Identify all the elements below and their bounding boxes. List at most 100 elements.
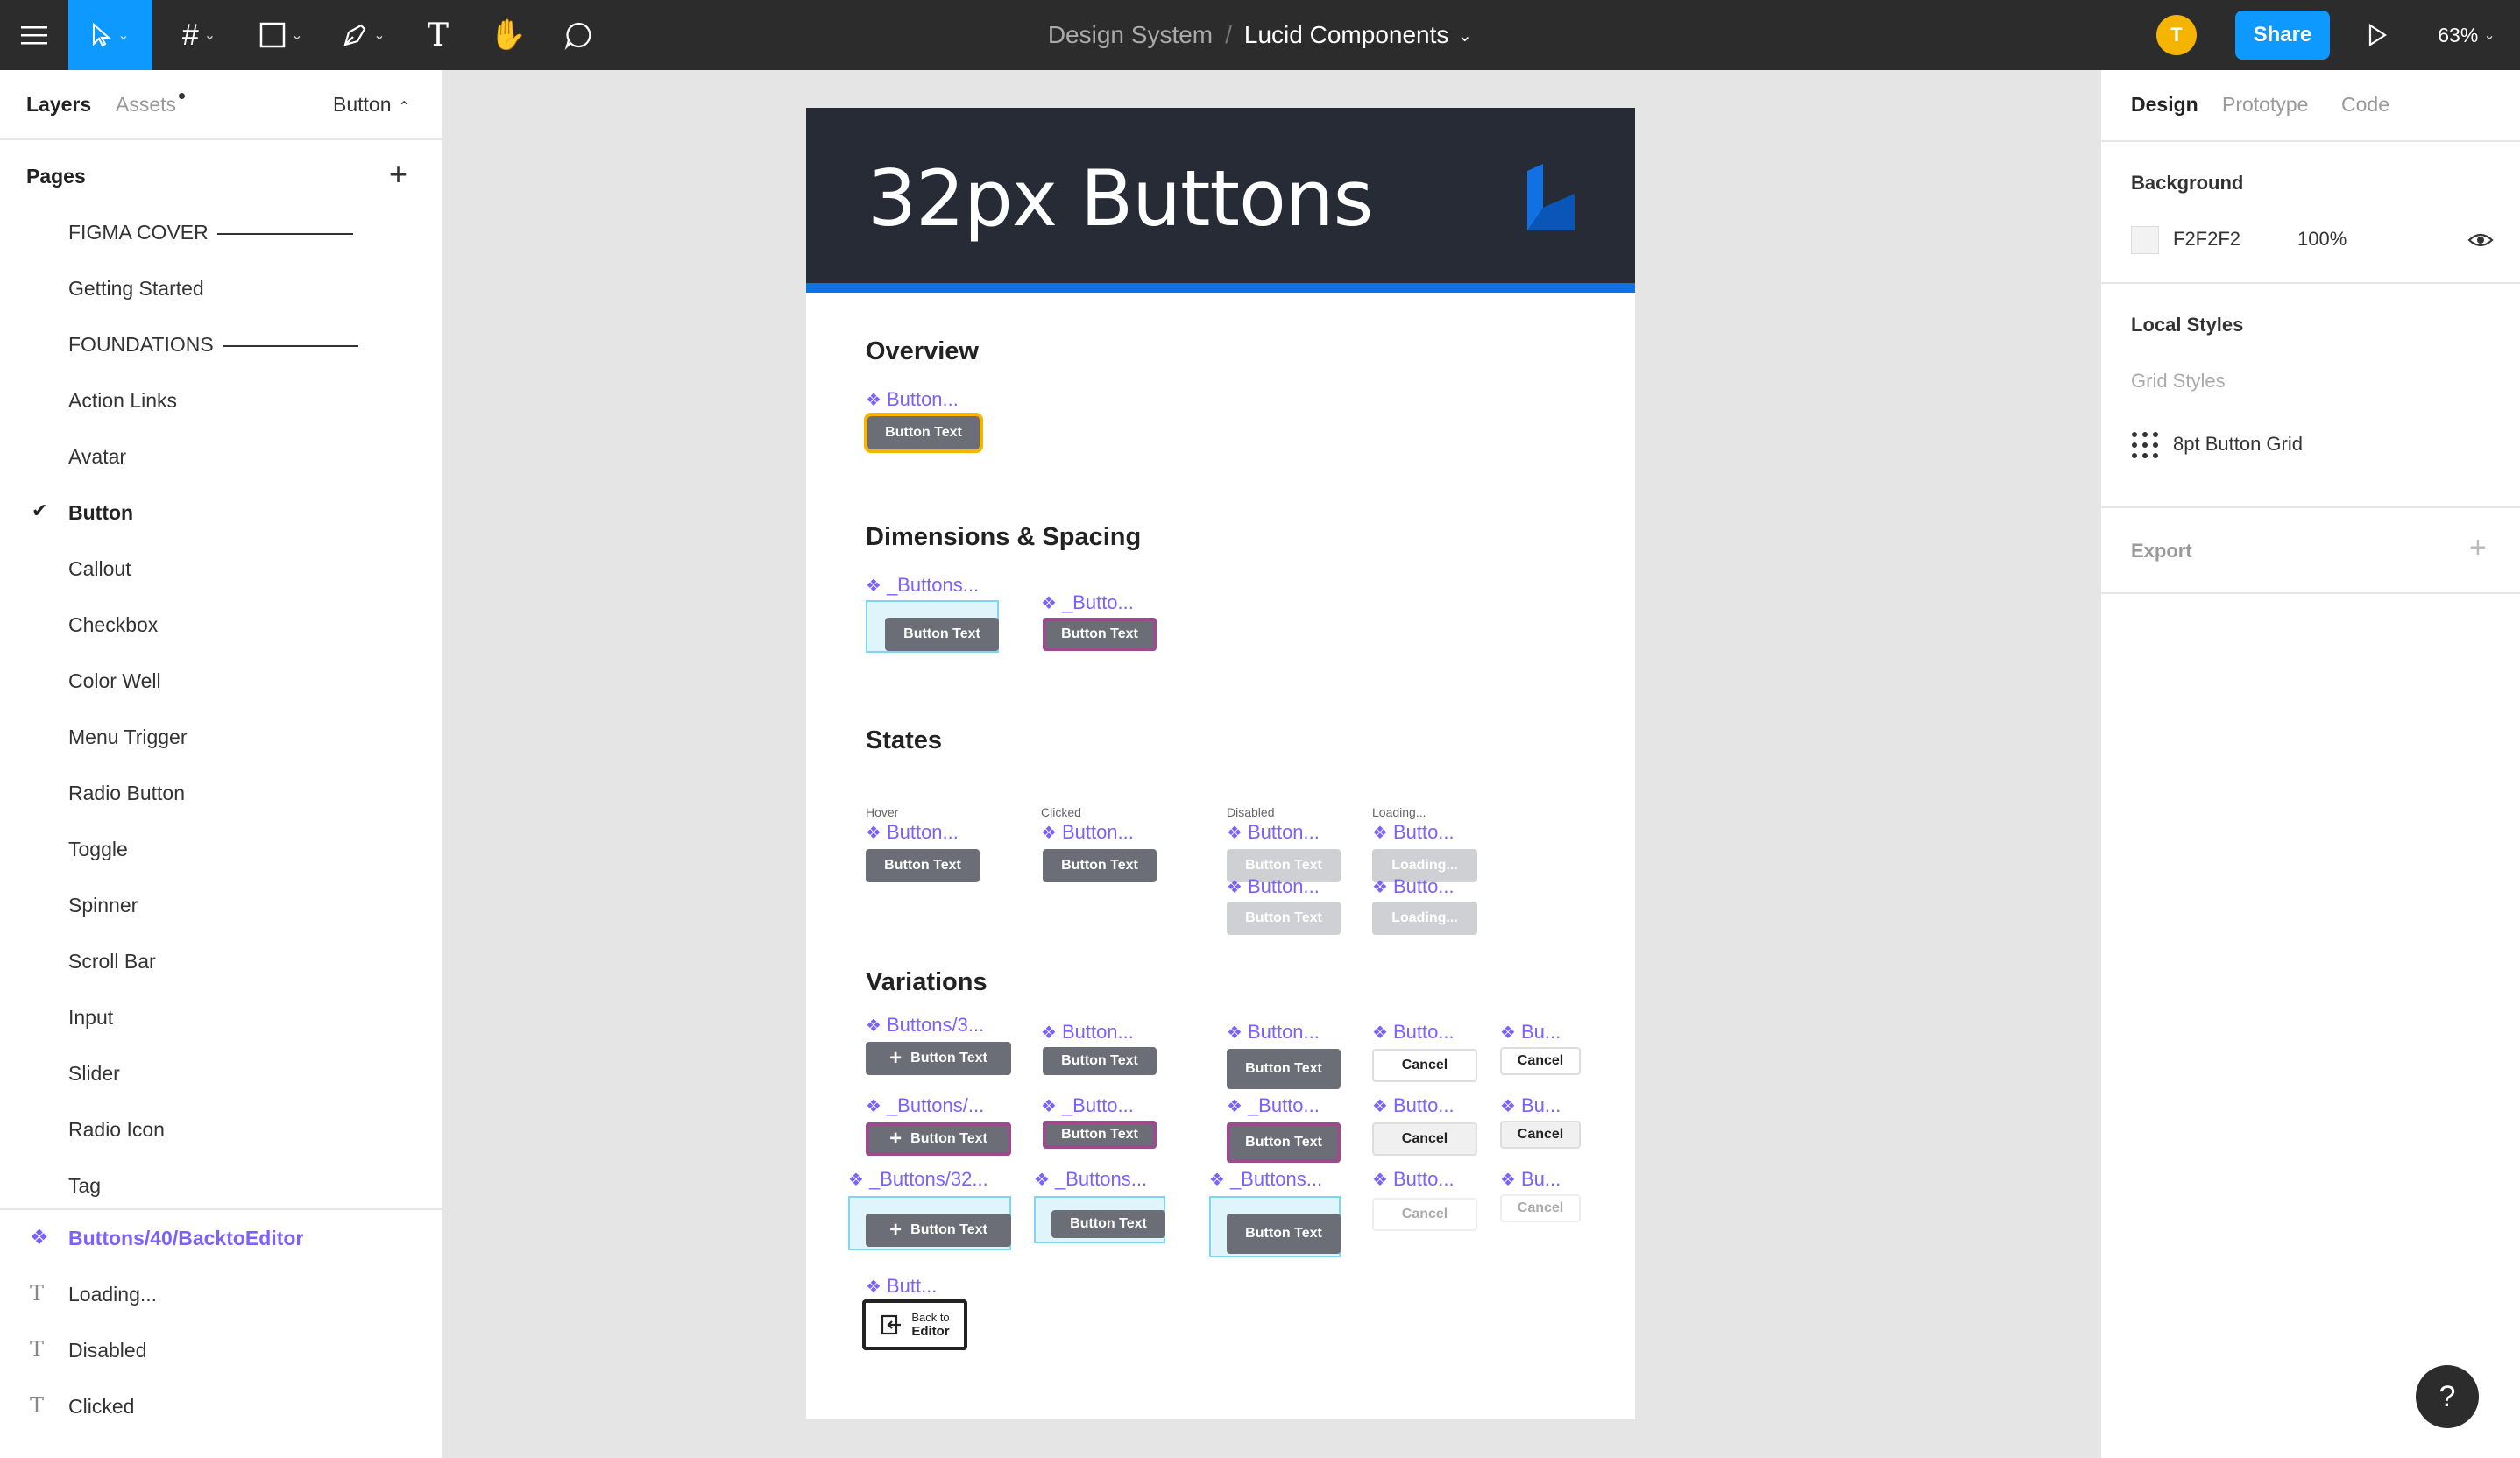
layer-item[interactable]: Clicked [68,1395,134,1419]
button-instance[interactable]: Button Text [1043,1047,1157,1075]
component-instance-label[interactable]: ❖ Butt... [866,1275,937,1298]
zoom-menu[interactable]: 63% ⌄ [2427,0,2506,70]
button-instance-clicked[interactable]: Button Text [1043,849,1157,882]
component-instance-label[interactable]: ❖ Butto... [1372,875,1455,898]
page-item-checkbox[interactable]: Checkbox [68,613,158,637]
cancel-button-instance[interactable]: Cancel [1372,1122,1477,1156]
page-item-getting-started[interactable]: Getting Started [68,277,204,301]
page-item-action-links[interactable]: Action Links [68,389,177,413]
tab-prototype[interactable]: Prototype [2222,93,2308,117]
main-menu-icon[interactable] [0,0,68,70]
tab-layers[interactable]: Layers [26,93,91,117]
breadcrumb-team[interactable]: Design System [1048,21,1213,49]
button-instance[interactable]: Button Text [1051,1210,1165,1238]
component-instance-label[interactable]: ❖ Button... [1227,1021,1320,1044]
grid-style-item[interactable]: 8pt Button Grid [2173,433,2303,456]
component-instance-label[interactable]: ❖ Butto... [1372,1168,1455,1191]
button-instance-loading[interactable]: Loading... [1372,902,1477,935]
layer-item[interactable]: Loading... [68,1283,157,1306]
page-item-input[interactable]: Input [68,1006,113,1030]
component-instance-label[interactable]: ❖ Butto... [1372,821,1455,844]
present-play-icon[interactable] [2357,0,2397,70]
component-instance-label[interactable]: ❖ Buttons/3... [866,1014,984,1037]
button-instance-with-icon[interactable]: + Button Text [866,1042,1011,1075]
component-instance-label[interactable]: ❖ _Buttons... [866,574,979,597]
button-instance[interactable]: Button Text [1227,1214,1341,1254]
move-tool-icon[interactable]: ⌄ [68,0,152,70]
pen-tool-icon[interactable]: ⌄ [331,0,396,70]
page-item-scroll-bar[interactable]: Scroll Bar [68,950,156,973]
cancel-button-instance[interactable]: Cancel [1500,1121,1581,1149]
button-instance-hover[interactable]: Button Text [866,849,980,882]
page-item-spinner[interactable]: Spinner [68,894,138,917]
page-item-callout[interactable]: Callout [68,557,131,581]
eye-icon[interactable] [2467,230,2494,251]
component-instance-label[interactable]: ❖ Butto... [1372,1094,1455,1117]
file-name[interactable]: Lucid Components [1244,21,1448,49]
page-item-slider[interactable]: Slider [68,1062,120,1086]
page-item-radio-icon[interactable]: Radio Icon [68,1118,165,1142]
component-instance-label[interactable]: ❖ Button... [1227,821,1320,844]
frame-tool-icon[interactable]: # ⌄ [166,0,231,70]
cancel-button-instance-disabled[interactable]: Cancel [1500,1194,1581,1222]
page-item-radio-button[interactable]: Radio Button [68,782,185,805]
component-instance-label[interactable]: ❖ _Buttons... [1034,1168,1147,1191]
component-instance-label[interactable]: ❖ _Buttons... [1209,1168,1322,1191]
component-instance-label[interactable]: ❖ _Buttons/... [866,1094,984,1117]
background-opacity-input[interactable]: 100% [2297,228,2347,251]
back-to-editor-button[interactable]: Back to Editor [862,1299,967,1350]
page-item-tag[interactable]: Tag [68,1174,101,1198]
add-export-icon[interactable]: + [2469,531,2487,565]
cancel-button-instance[interactable]: Cancel [1500,1047,1581,1075]
component-instance-label[interactable]: ❖ Butto... [1372,1021,1455,1044]
cancel-button-instance-disabled[interactable]: Cancel [1372,1198,1477,1231]
rectangle-tool-icon[interactable]: ⌄ [249,0,314,70]
button-instance[interactable]: Button Text [1043,618,1157,651]
page-item-button[interactable]: Button [68,501,133,525]
background-hex-input[interactable]: F2F2F2 [2173,228,2240,251]
button-instance-disabled[interactable]: Button Text [1227,902,1341,935]
page-item-avatar[interactable]: Avatar [68,445,126,469]
button-instance[interactable]: Button Text [1227,1122,1341,1163]
component-instance-label[interactable]: ❖ Button... [1227,875,1320,898]
canvas-frame[interactable]: 32px Buttons Overview ❖ Button... Button … [806,108,1635,1419]
component-instance-label[interactable]: ❖ Button... [866,388,959,411]
page-item-toggle[interactable]: Toggle [68,838,128,861]
tab-code[interactable]: Code [2341,93,2389,117]
button-instance[interactable]: Button Text [1227,1049,1341,1089]
component-instance-label[interactable]: ❖ Bu... [1500,1094,1561,1117]
component-instance-label[interactable]: ❖ Button... [1041,821,1134,844]
background-color-swatch[interactable] [2131,226,2159,254]
page-item-color-well[interactable]: Color Well [68,669,161,693]
user-avatar[interactable]: T [2156,15,2197,55]
layer-item[interactable]: Disabled [68,1339,147,1362]
share-button[interactable]: Share [2235,11,2330,60]
page-item-menu-trigger[interactable]: Menu Trigger [68,725,188,749]
button-instance[interactable]: Button Text [1043,1121,1157,1149]
text-tool-icon[interactable]: T [412,0,464,70]
component-instance-label[interactable]: ❖ Button... [1041,1021,1134,1044]
hand-tool-icon[interactable]: ✋ [482,0,534,70]
add-page-icon[interactable]: + [389,156,407,193]
component-instance-label[interactable]: ❖ Bu... [1500,1021,1561,1044]
comment-tool-icon[interactable] [552,0,605,70]
component-instance-label[interactable]: ❖ Bu... [1500,1168,1561,1191]
component-instance-label[interactable]: ❖ _Butto... [1041,591,1134,614]
layer-item[interactable]: Buttons/40/BacktoEditor [68,1227,303,1250]
tab-design[interactable]: Design [2131,93,2198,117]
button-instance-with-icon[interactable]: + Button Text [866,1122,1011,1156]
button-instance[interactable]: Button Text [885,618,999,651]
tab-assets[interactable]: Assets [116,93,176,117]
current-page-dropdown[interactable]: Button ⌃ [333,93,410,117]
component-instance-label[interactable]: ❖ Button... [866,821,959,844]
button-instance[interactable]: Button Text [864,413,983,453]
component-instance-label[interactable]: ❖ _Buttons/32... [848,1168,988,1191]
button-instance-with-icon[interactable]: + Button Text [866,1214,1011,1247]
help-button[interactable]: ? [2416,1365,2479,1428]
cancel-button-instance[interactable]: Cancel [1372,1049,1477,1082]
chevron-down-icon[interactable]: ⌄ [1457,25,1472,46]
component-instance-label[interactable]: ❖ _Butto... [1227,1094,1320,1117]
page-item-foundations[interactable]: FOUNDATIONS [68,333,358,357]
component-instance-label[interactable]: ❖ _Butto... [1041,1094,1134,1117]
page-item-figma-cover[interactable]: FIGMA COVER [68,221,353,244]
